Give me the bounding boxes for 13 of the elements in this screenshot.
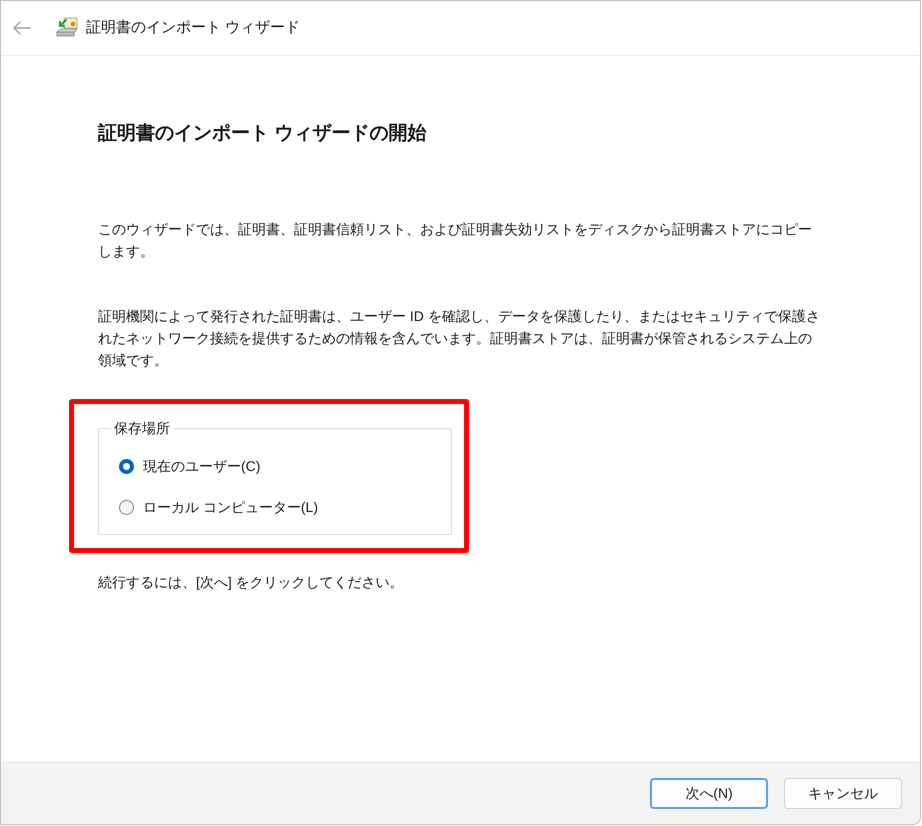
radio-label[interactable]: ローカル コンピューター(L) [143,497,318,517]
certificate-icon [55,17,79,39]
radio-button[interactable] [119,458,134,474]
description-text: このウィザードでは、証明書、証明書信頼リスト、および証明書失効リストをディスクから証明書ストアにコピーします。 [98,220,813,261]
description-text: 証明機関によって発行された証明書は、ユーザー ID を確認し、データを保護したり、またはセキュリティで保護されたネットワーク接続を提供するための情報を含んでいます。証明書ストアは、証明書が保管されるシステム上の領域です。 [98,307,820,370]
next-button[interactable]: 次へ(N) [650,778,768,809]
radio-button[interactable] [119,500,134,514]
window-title: 証明書のインポート ウィザード [86,18,300,38]
instruction-text: 続行するには、[次へ] をクリックしてください。 [98,573,405,592]
radio-label[interactable]: 現在のユーザー(C) [143,456,260,476]
group-label: 保存場所 [113,419,171,438]
page-heading: 証明書のインポート ウィザードの開始 [98,122,428,146]
cancel-button[interactable]: キャンセル [784,778,902,809]
